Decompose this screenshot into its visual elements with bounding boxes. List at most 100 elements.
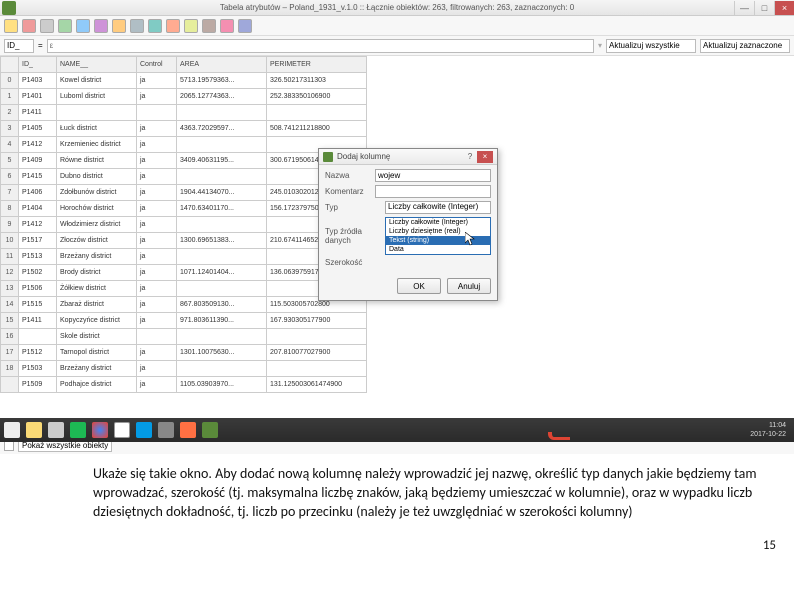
table-cell[interactable]: ja xyxy=(137,89,177,105)
data-grid[interactable]: ID_NAME__ControlAREAPERIMETER 0P1403Kowe… xyxy=(0,56,367,393)
dropdown-option[interactable]: Liczby dziesiętne (real) xyxy=(386,227,490,236)
table-cell[interactable]: ja xyxy=(137,153,177,169)
system-clock[interactable]: 11:04 2017-10-22 xyxy=(750,421,790,439)
maximize-button[interactable]: □ xyxy=(754,1,774,15)
table-cell[interactable]: ja xyxy=(137,249,177,265)
table-cell[interactable] xyxy=(137,105,177,121)
table-row[interactable]: 3P1405Łuck districtja4363.72029597...508… xyxy=(1,121,367,137)
table-cell[interactable]: Łuck district xyxy=(57,121,137,137)
table-row[interactable]: 9P1412Włodzimierz districtja xyxy=(1,217,367,233)
table-cell[interactable]: 1301.10075630... xyxy=(177,345,267,361)
cancel-button[interactable]: Anuluj xyxy=(447,278,491,294)
table-cell[interactable]: P1502 xyxy=(19,265,57,281)
table-cell[interactable] xyxy=(177,105,267,121)
table-cell[interactable] xyxy=(267,105,367,121)
table-cell[interactable] xyxy=(177,169,267,185)
start-icon[interactable] xyxy=(4,422,20,438)
table-row[interactable]: 2P1411 xyxy=(1,105,367,121)
table-cell[interactable]: ja xyxy=(137,297,177,313)
table-cell[interactable]: 252.383350106900 xyxy=(267,89,367,105)
qgis-icon[interactable] xyxy=(202,422,218,438)
copy-icon[interactable] xyxy=(184,19,198,33)
table-cell[interactable]: 971.803611390... xyxy=(177,313,267,329)
table-cell[interactable] xyxy=(137,329,177,345)
table-cell[interactable]: Żółkiew district xyxy=(57,281,137,297)
name-input[interactable] xyxy=(375,169,491,182)
table-cell[interactable]: 508.741211218800 xyxy=(267,121,367,137)
table-cell[interactable] xyxy=(19,329,57,345)
table-cell[interactable]: 4363.72029597... xyxy=(177,121,267,137)
table-cell[interactable] xyxy=(267,329,367,345)
table-row[interactable]: 5P1409Równe districtja3409.40631195...30… xyxy=(1,153,367,169)
table-cell[interactable]: 207.810077027900 xyxy=(267,345,367,361)
expression-input[interactable] xyxy=(47,39,594,53)
table-cell[interactable] xyxy=(177,329,267,345)
table-cell[interactable]: 1470.63401170... xyxy=(177,201,267,217)
table-cell[interactable]: P1411 xyxy=(19,313,57,329)
table-cell[interactable] xyxy=(177,281,267,297)
column-header[interactable]: AREA xyxy=(177,57,267,73)
table-cell[interactable] xyxy=(267,361,367,377)
table-cell[interactable]: 1105.03903970... xyxy=(177,377,267,393)
table-cell[interactable]: P1503 xyxy=(19,361,57,377)
column-header[interactable]: ID_ xyxy=(19,57,57,73)
table-cell[interactable]: ja xyxy=(137,345,177,361)
table-cell[interactable]: P1409 xyxy=(19,153,57,169)
filter-icon[interactable] xyxy=(148,19,162,33)
table-cell[interactable]: Złoczów district xyxy=(57,233,137,249)
chrome-icon[interactable] xyxy=(92,422,108,438)
column-header[interactable]: NAME__ xyxy=(57,57,137,73)
table-row[interactable]: 11P1513Brzeżany districtja xyxy=(1,249,367,265)
delete-column-icon[interactable] xyxy=(238,19,252,33)
zoom-selected-icon[interactable] xyxy=(166,19,180,33)
table-cell[interactable]: Horochów district xyxy=(57,201,137,217)
table-cell[interactable]: Podhajce district xyxy=(57,377,137,393)
table-cell[interactable]: P1404 xyxy=(19,201,57,217)
table-cell[interactable]: P1406 xyxy=(19,185,57,201)
table-cell[interactable]: 5713.19579363... xyxy=(177,73,267,89)
table-cell[interactable] xyxy=(57,105,137,121)
table-cell[interactable]: ja xyxy=(137,265,177,281)
explorer-icon[interactable] xyxy=(26,422,42,438)
firefox-icon[interactable] xyxy=(180,422,196,438)
table-cell[interactable]: ja xyxy=(137,201,177,217)
table-cell[interactable]: Brzeżany district xyxy=(57,249,137,265)
add-feature-icon[interactable] xyxy=(58,19,72,33)
table-cell[interactable]: P1515 xyxy=(19,297,57,313)
dialog-close-button[interactable]: × xyxy=(477,151,493,163)
table-cell[interactable]: P1411 xyxy=(19,105,57,121)
document-icon[interactable] xyxy=(114,422,130,438)
select-icon[interactable] xyxy=(76,19,90,33)
table-cell[interactable]: 131.125003061474900 xyxy=(267,377,367,393)
table-cell[interactable]: 867.803509130... xyxy=(177,297,267,313)
table-cell[interactable]: Krzemieniec district xyxy=(57,137,137,153)
comment-input[interactable] xyxy=(375,185,491,198)
app3-icon[interactable] xyxy=(158,422,174,438)
table-cell[interactable]: ja xyxy=(137,313,177,329)
table-cell[interactable]: ja xyxy=(137,281,177,297)
table-cell[interactable]: 326.50217311303 xyxy=(267,73,367,89)
type-select[interactable]: Liczby całkowite (Integer) xyxy=(385,201,491,214)
table-row[interactable]: 14P1515Zbaraż districtja867.803509130...… xyxy=(1,297,367,313)
field-selector[interactable] xyxy=(4,39,34,53)
dropdown-option[interactable]: Data xyxy=(386,245,490,254)
table-cell[interactable]: P1506 xyxy=(19,281,57,297)
table-cell[interactable]: ja xyxy=(137,361,177,377)
paste-icon[interactable] xyxy=(202,19,216,33)
table-cell[interactable]: P1512 xyxy=(19,345,57,361)
app1-icon[interactable] xyxy=(48,422,64,438)
table-cell[interactable]: Luboml district xyxy=(57,89,137,105)
table-cell[interactable]: Zdołbunów district xyxy=(57,185,137,201)
table-cell[interactable]: Kopyczyńce district xyxy=(57,313,137,329)
update-all-dropdown[interactable]: Aktualizuj wszystkie xyxy=(606,39,696,53)
table-cell[interactable]: P1403 xyxy=(19,73,57,89)
table-row[interactable]: P1509Podhajce districtja1105.03903970...… xyxy=(1,377,367,393)
table-cell[interactable]: 2065.12774363... xyxy=(177,89,267,105)
delete-icon[interactable] xyxy=(40,19,54,33)
table-cell[interactable]: Kowel district xyxy=(57,73,137,89)
table-cell[interactable]: ja xyxy=(137,73,177,89)
table-row[interactable]: 10P1517Złoczów districtja1300.69651383..… xyxy=(1,233,367,249)
table-cell[interactable]: Brody district xyxy=(57,265,137,281)
table-cell[interactable]: P1415 xyxy=(19,169,57,185)
deselect-icon[interactable] xyxy=(130,19,144,33)
